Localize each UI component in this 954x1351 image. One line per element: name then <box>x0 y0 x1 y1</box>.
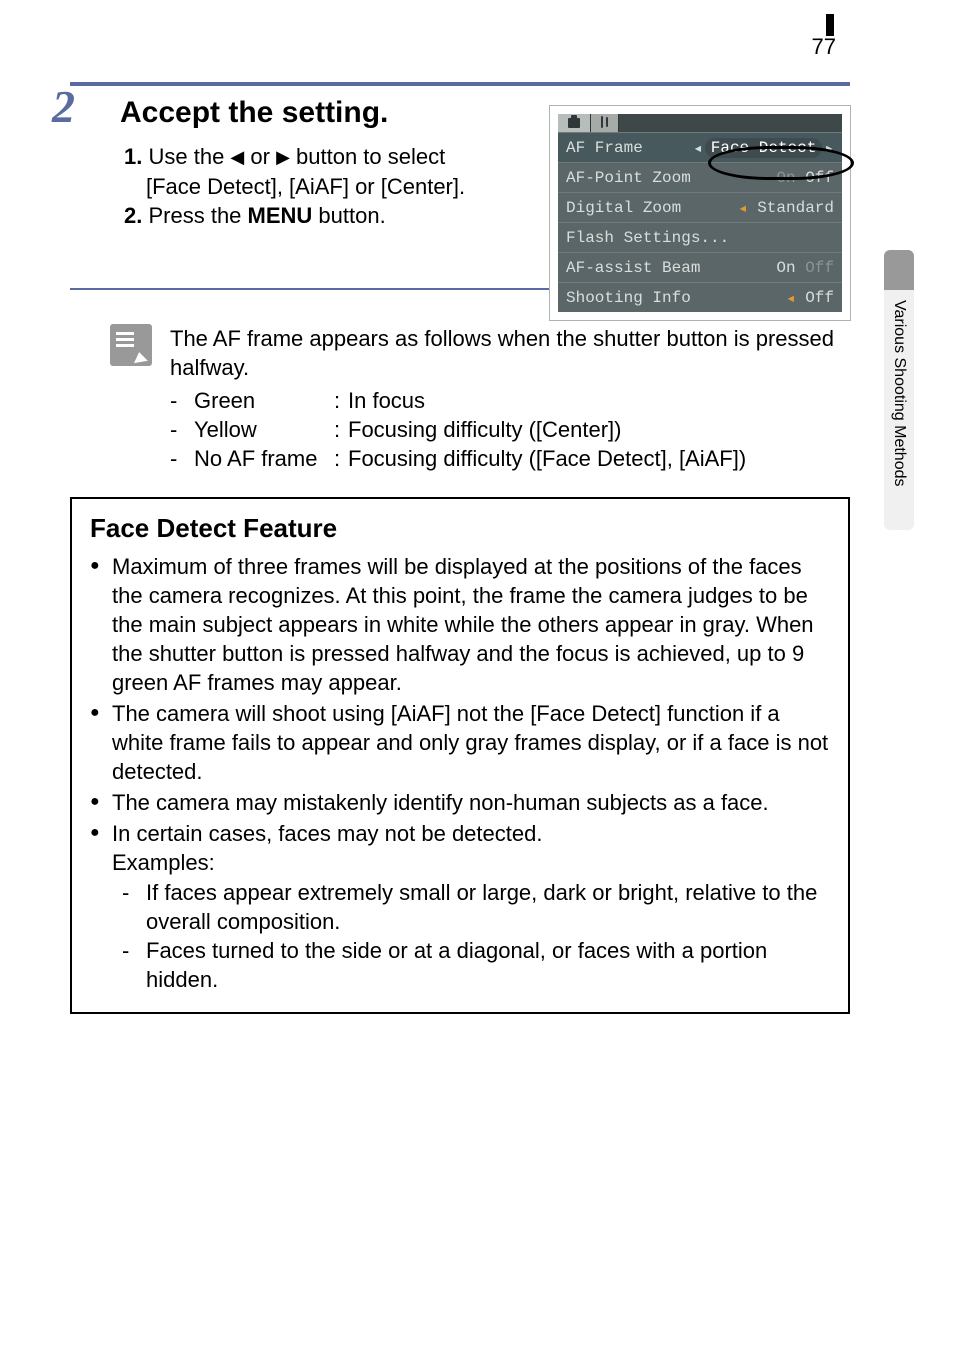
dash-icon: - <box>122 878 146 936</box>
menu-beam-label: AF-assist Beam <box>566 259 776 277</box>
menu-af-frame-value-wrap: ◂ Face Detect ▸ <box>693 138 834 158</box>
feature-b4b-text: Examples: <box>112 850 215 875</box>
feature-b3-text: The camera may mistakenly identify non-h… <box>112 788 769 817</box>
side-tab-handle <box>884 250 914 290</box>
note-r3c1: No AF frame <box>194 444 334 473</box>
step-list: 1. Use the ◀ or ▶ button to select [Face… <box>124 142 524 231</box>
step-item-2-text-b: button. <box>312 203 385 228</box>
feature-title: Face Detect Feature <box>90 513 830 544</box>
menu-flash-label: Flash Settings... <box>566 229 834 247</box>
note-r2c2: Focusing difficulty ([Center]) <box>348 415 621 444</box>
dash-icon: - <box>170 444 194 473</box>
info-note: The AF frame appears as follows when the… <box>110 324 850 473</box>
menu-arrow-left-icon-3: ◂ <box>786 288 796 308</box>
note-row-3: - No AF frame : Focusing difficulty ([Fa… <box>170 444 850 473</box>
bullet-icon: ● <box>90 699 112 786</box>
feature-box: Face Detect Feature ● Maximum of three f… <box>70 497 850 1013</box>
menu-arrow-left-icon: ◂ <box>693 138 703 158</box>
note-row-1: - Green : In focus <box>170 386 850 415</box>
menu-beam-on: On <box>776 259 795 277</box>
menu-af-point-on: On <box>776 169 795 187</box>
feature-sub-2: - Faces turned to the side or at a diago… <box>122 936 830 994</box>
menu-info-label: Shooting Info <box>566 289 786 307</box>
feature-bullet-3: ● The camera may mistakenly identify non… <box>90 788 830 817</box>
note-table: - Green : In focus - Yellow : Focusing d… <box>170 386 850 473</box>
feature-b2-text: The camera will shoot using [AiAF] not t… <box>112 699 830 786</box>
feature-body: ● Maximum of three frames will be displa… <box>90 552 830 993</box>
step-item-1-text-c: button to select <box>290 144 445 169</box>
menu-arrow-left-icon-2: ◂ <box>738 198 748 218</box>
note-r3c2: Focusing difficulty ([Face Detect], [AiA… <box>348 444 746 473</box>
note-text: The AF frame appears as follows when the… <box>170 324 850 473</box>
menu-row-beam: AF-assist Beam On Off <box>558 252 842 282</box>
step-item-1-text-b: or <box>244 144 276 169</box>
menu-dz-label: Digital Zoom <box>566 199 738 217</box>
note-r1c1: Green <box>194 386 334 415</box>
menu-tab-tools <box>591 114 619 132</box>
camera-menu-screenshot: AF Frame ◂ Face Detect ▸ AF-Point Zoom O… <box>550 106 850 320</box>
camera-icon <box>568 118 580 128</box>
menu-af-frame-value: Face Detect <box>705 138 823 158</box>
page-content: 2 Accept the setting. 1. Use the ◀ or ▶ … <box>70 82 850 1014</box>
bullet-icon: ● <box>90 788 112 817</box>
menu-af-point-label: AF-Point Zoom <box>566 169 776 187</box>
dash-icon: - <box>122 936 146 994</box>
feature-bullet-4: ● In certain cases, faces may not be det… <box>90 819 830 877</box>
tools-icon <box>601 117 608 129</box>
feature-bullet-1: ● Maximum of three frames will be displa… <box>90 552 830 697</box>
note-r2c1: Yellow <box>194 415 334 444</box>
feature-bullet-2: ● The camera will shoot using [AiAF] not… <box>90 699 830 786</box>
menu-arrow-right-icon: ▸ <box>824 138 834 158</box>
feature-b1-text: Maximum of three frames will be displaye… <box>112 552 830 697</box>
left-arrow-icon: ◀ <box>230 145 244 169</box>
menu-button-label: MENU <box>248 203 313 228</box>
menu-af-frame-label: AF Frame <box>566 139 693 157</box>
bullet-icon: ● <box>90 819 112 877</box>
menu-row-digital-zoom: Digital Zoom ◂ Standard <box>558 192 842 222</box>
feature-s2-text: Faces turned to the side or at a diagona… <box>146 936 830 994</box>
step-item-1-text-a: Use the <box>148 144 230 169</box>
menu-info-value: Off <box>805 289 834 307</box>
menu-row-info: Shooting Info ◂ Off <box>558 282 842 312</box>
note-icon <box>110 324 152 366</box>
menu-af-point-off: Off <box>805 169 834 187</box>
menu-row-flash: Flash Settings... <box>558 222 842 252</box>
menu-dz-value: Standard <box>757 199 834 217</box>
page-number: 77 <box>812 34 836 60</box>
page-number-marker <box>826 14 834 36</box>
dash-icon: - <box>170 415 194 444</box>
step-item-1-row2: [Face Detect], [AiAF] or [Center]. <box>146 172 524 202</box>
step-block: 2 Accept the setting. 1. Use the ◀ or ▶ … <box>70 82 850 288</box>
note-row-2: - Yellow : Focusing difficulty ([Center]… <box>170 415 850 444</box>
menu-row-af-frame: AF Frame ◂ Face Detect ▸ <box>558 132 842 162</box>
note-intro: The AF frame appears as follows when the… <box>170 324 850 382</box>
step-item-1-num: 1. <box>124 144 142 169</box>
feature-sub-1: - If faces appear extremely small or lar… <box>122 878 830 936</box>
feature-b4a-text: In certain cases, faces may not be detec… <box>112 821 542 846</box>
feature-s1-text: If faces appear extremely small or large… <box>146 878 830 936</box>
menu-tab-camera <box>558 114 591 132</box>
right-arrow-icon: ▶ <box>276 145 290 169</box>
dash-icon: - <box>170 386 194 415</box>
step-item-2-num: 2. <box>124 203 142 228</box>
side-tab-label: Various Shooting Methods <box>884 290 914 530</box>
bullet-icon: ● <box>90 552 112 697</box>
menu-beam-off: Off <box>805 259 834 277</box>
step-number: 2 <box>52 84 75 130</box>
note-r1c2: In focus <box>348 386 425 415</box>
step-item-2-text-a: Press the <box>148 203 247 228</box>
menu-row-af-point: AF-Point Zoom On Off <box>558 162 842 192</box>
menu-tabs <box>558 114 842 132</box>
